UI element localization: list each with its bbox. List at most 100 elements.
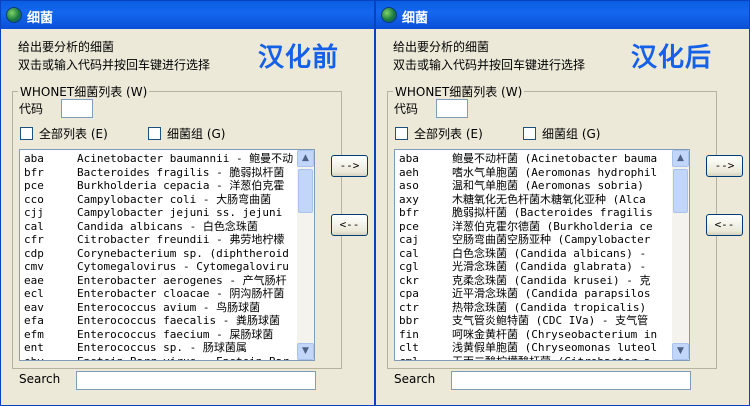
add-button[interactable]: --> <box>331 155 368 177</box>
list-item[interactable]: ecl Enterobacter cloacae - 阴沟肠杆菌 <box>20 287 297 301</box>
list-item[interactable]: fin 呵咪金黄杆菌 (Chryseobacterium in <box>395 328 672 342</box>
list-item[interactable]: cmv Cytomegalovirus - Cytomegaloviru <box>20 260 297 274</box>
organism-code: cmv <box>24 260 44 273</box>
list-item[interactable]: aba 鲍曼不动杆菌 (Acinetobacter bauma <box>395 152 672 166</box>
list-item[interactable]: cjj Campylobacter jejuni ss. jejuni <box>20 206 297 220</box>
organism-list: aba 鲍曼不动杆菌 (Acinetobacter bauma aeh 嗜水气单胞菌 … <box>395 152 672 360</box>
list-item[interactable]: eae Enterobacter aerogenes - 产气肠杆 <box>20 274 297 288</box>
scroll-down-icon[interactable]: ▼ <box>297 343 314 360</box>
list-item[interactable]: cal 白色念珠菌 (Candida albicans) - <box>395 247 672 261</box>
search-input[interactable] <box>451 371 691 390</box>
organism-listbox[interactable]: aba 鲍曼不动杆菌 (Acinetobacter bauma aeh 嗜水气单胞菌 … <box>394 149 690 361</box>
organism-description: 木糖氧化无色杆菌木糖氧化亚种 (Alca <box>452 192 646 206</box>
instruction-line1: 给出要分析的细菌 <box>393 40 490 54</box>
code-label: 代码 <box>19 102 44 116</box>
list-item[interactable]: cco Campylobacter coli - 大肠弯曲菌 <box>20 193 297 207</box>
list-item[interactable]: cpa 近平滑念珠菌 (Candida parapsilos <box>395 287 672 301</box>
list-item[interactable]: cal Candida albicans - 白色念珠菌 <box>20 220 297 234</box>
organism-description: 温和气单胞菌 (Aeromonas sobria) <box>452 179 644 192</box>
list-item[interactable]: aba Acinetobacter baumannii - 鲍曼不动 <box>20 152 297 166</box>
organism-description: 脆弱拟杆菌 (Bacteroides fragilis <box>452 206 653 219</box>
list-item[interactable]: ent Enterococcus sp. - 肠球菌属 <box>20 341 297 355</box>
organism-group-checkbox[interactable]: 细菌组 (G) <box>523 125 600 142</box>
scroll-up-icon[interactable]: ▲ <box>297 150 314 167</box>
list-item[interactable]: cml 无丙二酸柠檬酸杆菌 (Citrobacter a <box>395 355 672 361</box>
full-list-checkbox[interactable]: 全部列表 (E) <box>395 125 483 142</box>
scroll-thumb[interactable] <box>673 169 688 213</box>
organism-code: caj <box>399 233 419 246</box>
organism-description: Enterococcus faecalis - 粪肠球菌 <box>77 314 280 327</box>
search-input[interactable] <box>76 371 316 390</box>
list-item[interactable]: cgl 光滑念珠菌 (Candida glabrata) - <box>395 260 672 274</box>
window-title: 细菌 <box>27 11 54 26</box>
list-item[interactable]: cfr Citrobacter freundii - 弗劳地柠檬 <box>20 233 297 247</box>
instruction-line2: 双击或输入代码并按回车键进行选择 <box>18 58 211 72</box>
list-item[interactable]: bfr Bacteroides fragilis - 脆弱拟杆菌 <box>20 166 297 180</box>
list-item[interactable]: aso 温和气单胞菌 (Aeromonas sobria) <box>395 179 672 193</box>
organism-description: 鲍曼不动杆菌 (Acinetobacter bauma <box>452 152 658 165</box>
group-label: WHONET细菌列表 (W) <box>393 83 525 100</box>
organism-description: Campylobacter jejuni ss. jejuni <box>77 206 283 219</box>
organism-code: cpa <box>399 287 419 300</box>
organism-listbox[interactable]: aba Acinetobacter baumannii - 鲍曼不动 bfr Bact… <box>19 149 315 361</box>
organism-description: 无丙二酸柠檬酸杆菌 (Citrobacter a <box>452 355 650 361</box>
list-item[interactable]: bbr 支气管炎鲍特菌 (CDC IVa) - 支气管 <box>395 314 672 328</box>
scroll-up-icon[interactable]: ▲ <box>672 150 689 167</box>
organism-group-label: 细菌组 (G) <box>542 127 601 141</box>
organism-description: Enterococcus sp. - 肠球菌属 <box>77 341 247 354</box>
organism-description: Candida albicans - 白色念珠菌 <box>77 219 258 233</box>
organism-description: 嗜水气单胞菌 (Aeromonas hydrophil <box>452 165 658 179</box>
window-before: 细菌 给出要分析的细菌 双击或输入代码并按回车键进行选择 汉化前 WHONET细… <box>0 0 375 406</box>
checkbox-box[interactable] <box>523 127 536 140</box>
organism-code: ctr <box>399 300 419 314</box>
list-item[interactable]: axy 木糖氧化无色杆菌木糖氧化亚种 (Alca <box>395 193 672 207</box>
add-button[interactable]: --> <box>706 155 743 177</box>
search-label: Search <box>394 372 436 386</box>
remove-button[interactable]: <-- <box>706 214 743 236</box>
scroll-down-icon[interactable]: ▼ <box>672 343 689 360</box>
list-item[interactable]: ebv Epstein-Barr virus - Epstein-Bar <box>20 355 297 361</box>
organism-group-label: 细菌组 (G) <box>167 127 226 141</box>
list-item[interactable]: efa Enterococcus faecalis - 粪肠球菌 <box>20 314 297 328</box>
list-item[interactable]: pce 洋葱伯克霍尔德菌 (Burkholderia ce <box>395 220 672 234</box>
list-item[interactable]: aeh 嗜水气单胞菌 (Aeromonas hydrophil <box>395 166 672 180</box>
checkbox-box[interactable] <box>395 127 408 140</box>
organism-description: Burkholderia cepacia - 洋葱伯克霍 <box>77 179 285 192</box>
code-input[interactable] <box>436 99 468 118</box>
full-list-label: 全部列表 (E) <box>414 127 483 141</box>
organism-code: ebv <box>24 355 44 361</box>
organism-description: Epstein-Barr virus - Epstein-Bar <box>77 355 289 361</box>
group-label: WHONET细菌列表 (W) <box>18 83 150 100</box>
vertical-scrollbar[interactable]: ▲ ▼ <box>672 150 689 360</box>
scroll-thumb[interactable] <box>298 169 313 213</box>
organism-code: efa <box>24 314 44 327</box>
globe-icon <box>381 7 397 23</box>
organism-code: pce <box>24 179 44 192</box>
organism-group-checkbox[interactable]: 细菌组 (G) <box>148 125 225 142</box>
list-item[interactable]: clt 浅黄假单胞菌 (Chryseomonas luteol <box>395 341 672 355</box>
list-item[interactable]: ckr 克柔念珠菌 (Candida krusei) - 克 <box>395 274 672 288</box>
code-input[interactable] <box>61 99 93 118</box>
organism-description: 呵咪金黄杆菌 (Chryseobacterium in <box>452 327 658 341</box>
title-bar[interactable]: 细菌 <box>376 1 749 29</box>
list-item[interactable]: cdp Corynebacterium sp. (diphtheroid <box>20 247 297 261</box>
checkbox-box[interactable] <box>20 127 33 140</box>
list-item[interactable]: eav Enterococcus avium - 鸟肠球菌 <box>20 301 297 315</box>
organism-code: aba <box>399 152 419 165</box>
list-item[interactable]: caj 空肠弯曲菌空肠亚种 (Campylobacter <box>395 233 672 247</box>
full-list-checkbox[interactable]: 全部列表 (E) <box>20 125 108 142</box>
instruction-line1: 给出要分析的细菌 <box>18 40 115 54</box>
organism-description: Citrobacter freundii - 弗劳地柠檬 <box>77 233 285 246</box>
organism-code: aso <box>399 179 419 192</box>
list-item[interactable]: bfr 脆弱拟杆菌 (Bacteroides fragilis <box>395 206 672 220</box>
organism-description: 光滑念珠菌 (Candida glabrata) - <box>452 260 647 273</box>
organism-code: cal <box>24 219 44 233</box>
list-item[interactable]: pce Burkholderia cepacia - 洋葱伯克霍 <box>20 179 297 193</box>
list-item[interactable]: efm Enterococcus faecium - 屎肠球菌 <box>20 328 297 342</box>
remove-button[interactable]: <-- <box>331 214 368 236</box>
checkbox-box[interactable] <box>148 127 161 140</box>
organism-description: 洋葱伯克霍尔德菌 (Burkholderia ce <box>452 219 653 233</box>
title-bar[interactable]: 细菌 <box>1 1 374 29</box>
list-item[interactable]: ctr 热带念珠菌 (Candida tropicalis) <box>395 301 672 315</box>
vertical-scrollbar[interactable]: ▲ ▼ <box>297 150 314 360</box>
